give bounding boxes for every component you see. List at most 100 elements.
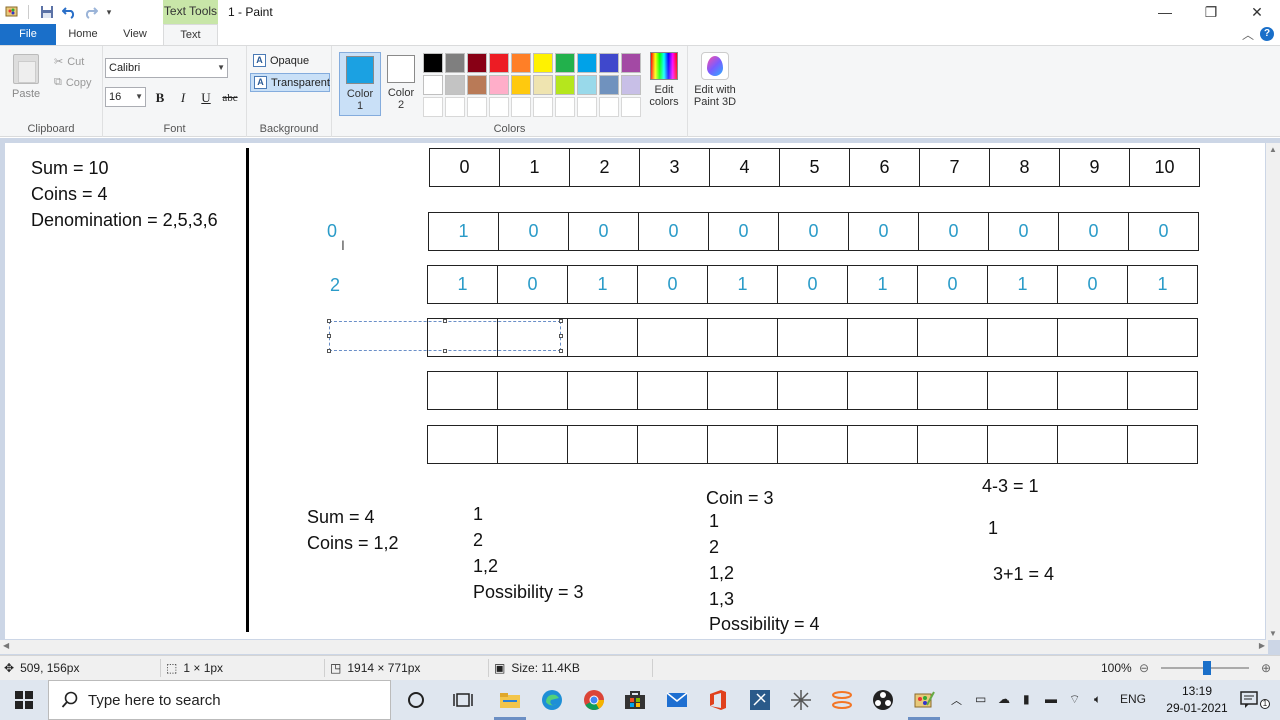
transparent-option[interactable]: A Transparent [250,73,330,92]
wifi-icon[interactable]: ⌔ [1069,692,1080,707]
palette-color-swatch[interactable] [489,75,509,95]
meet-now-icon[interactable]: ▭ [975,692,986,706]
tab-home[interactable]: Home [58,24,108,45]
palette-color-swatch[interactable] [489,97,509,117]
palette-color-swatch[interactable] [577,97,597,117]
palette-color-swatch[interactable] [423,75,443,95]
file-explorer-icon[interactable] [498,688,522,712]
palette-color-swatch[interactable] [599,53,619,73]
save-icon[interactable] [39,4,55,20]
palette-color-swatch[interactable] [599,75,619,95]
volume-icon[interactable]: 🔈︎ [1094,692,1101,707]
scroll-down-icon[interactable]: ▼ [1269,629,1277,638]
color1-button[interactable]: Color 1 [339,52,381,116]
palette-color-swatch[interactable] [621,97,641,117]
paste-button[interactable]: Paste [12,54,40,100]
palette-color-swatch[interactable] [533,97,553,117]
palette-color-swatch[interactable] [467,97,487,117]
tab-view[interactable]: View [110,24,160,45]
edit-colors-button[interactable]: Edit colors [645,52,683,108]
collapse-ribbon-icon[interactable]: ︿ [1242,26,1254,43]
mail-icon[interactable] [665,688,689,712]
palette-color-swatch[interactable] [489,53,509,73]
cut-button[interactable]: ✂ Cut [54,55,84,69]
tab-file[interactable]: File [0,24,56,45]
palette-color-swatch[interactable] [423,53,443,73]
maximize-button[interactable]: ❐ [1188,0,1234,24]
obs-icon[interactable] [871,688,895,712]
palette-color-swatch[interactable] [555,97,575,117]
resize-handle[interactable] [443,349,447,353]
vertical-scrollbar[interactable]: ▲ ▼ [1266,143,1280,640]
resize-handle[interactable] [327,349,331,353]
font-size-select[interactable]: 16 ▼ [105,87,146,107]
scroll-up-icon[interactable]: ▲ [1269,145,1277,154]
jupyter-icon[interactable] [830,688,854,712]
copy-button[interactable]: ⧉ Copy [54,76,92,89]
edge-icon[interactable] [540,688,564,712]
bold-button[interactable]: B [152,90,168,106]
zoom-out-icon[interactable]: ⊖ [1139,661,1149,675]
color2-button[interactable]: Color 2 [380,52,422,116]
scroll-right-icon[interactable]: ▶ [1259,641,1265,650]
zoom-slider-thumb[interactable] [1203,661,1211,675]
snip-tool-icon[interactable] [748,688,772,712]
horizontal-scrollbar[interactable]: ◀ ▶ [0,640,1268,654]
cortana-icon[interactable] [404,688,428,712]
chrome-icon[interactable] [582,688,606,712]
language-indicator[interactable]: ENG [1120,692,1146,706]
onedrive-icon[interactable]: ☁ [998,692,1010,706]
opaque-option[interactable]: A Opaque [250,52,330,71]
resize-handle[interactable] [327,334,331,338]
palette-color-swatch[interactable] [445,75,465,95]
palette-color-swatch[interactable] [555,75,575,95]
palette-color-swatch[interactable] [621,53,641,73]
battery-icon[interactable]: ▬ [1045,692,1057,706]
paint-taskbar-icon[interactable] [912,688,936,712]
resize-handle[interactable] [327,319,331,323]
palette-color-swatch[interactable] [445,53,465,73]
tab-text[interactable]: Text [163,24,218,45]
clock[interactable]: 13:19 29-01-2021 [1160,683,1234,717]
resize-handle[interactable] [559,319,563,323]
palette-color-swatch[interactable] [533,53,553,73]
palette-color-swatch[interactable] [555,53,575,73]
edit-with-paint3d-button[interactable]: Edit with Paint 3D [692,52,738,108]
palette-color-swatch[interactable] [467,53,487,73]
paint-app-icon[interactable] [4,4,20,20]
zoom-in-icon[interactable]: ⊕ [1261,661,1271,675]
strikethrough-button[interactable]: abc [219,90,241,106]
customize-qat-icon[interactable]: ▾ [101,4,117,20]
underline-button[interactable]: U [198,90,214,106]
taskbar-search-box[interactable]: Type here to search [48,680,391,720]
palette-color-swatch[interactable] [511,75,531,95]
store-icon[interactable] [623,688,647,712]
text-input-box[interactable] [327,319,563,353]
chevron-up-icon[interactable]: ︿ [951,692,962,708]
palette-color-swatch[interactable] [467,75,487,95]
scroll-left-icon[interactable]: ◀ [3,641,9,650]
resize-handle[interactable] [559,334,563,338]
redo-icon[interactable] [83,4,99,20]
palette-color-swatch[interactable] [577,53,597,73]
palette-color-swatch[interactable] [599,97,619,117]
app-grid-icon[interactable] [789,688,813,712]
minimize-button[interactable]: — [1142,0,1188,24]
resize-handle[interactable] [443,319,447,323]
close-button[interactable]: ✕ [1234,0,1280,24]
italic-button[interactable]: I [175,90,191,106]
microphone-icon[interactable]: ▮ [1023,692,1030,706]
font-family-select[interactable]: Calibri ▼ [105,58,228,78]
palette-color-swatch[interactable] [533,75,553,95]
notifications-icon[interactable] [1239,689,1259,712]
task-view-icon[interactable] [451,688,475,712]
palette-color-swatch[interactable] [577,75,597,95]
help-icon[interactable]: ? [1260,27,1274,41]
palette-color-swatch[interactable] [511,53,531,73]
windows-start-icon[interactable] [12,688,36,712]
palette-color-swatch[interactable] [511,97,531,117]
palette-color-swatch[interactable] [445,97,465,117]
resize-handle[interactable] [559,349,563,353]
palette-color-swatch[interactable] [621,75,641,95]
office-icon[interactable] [706,688,730,712]
